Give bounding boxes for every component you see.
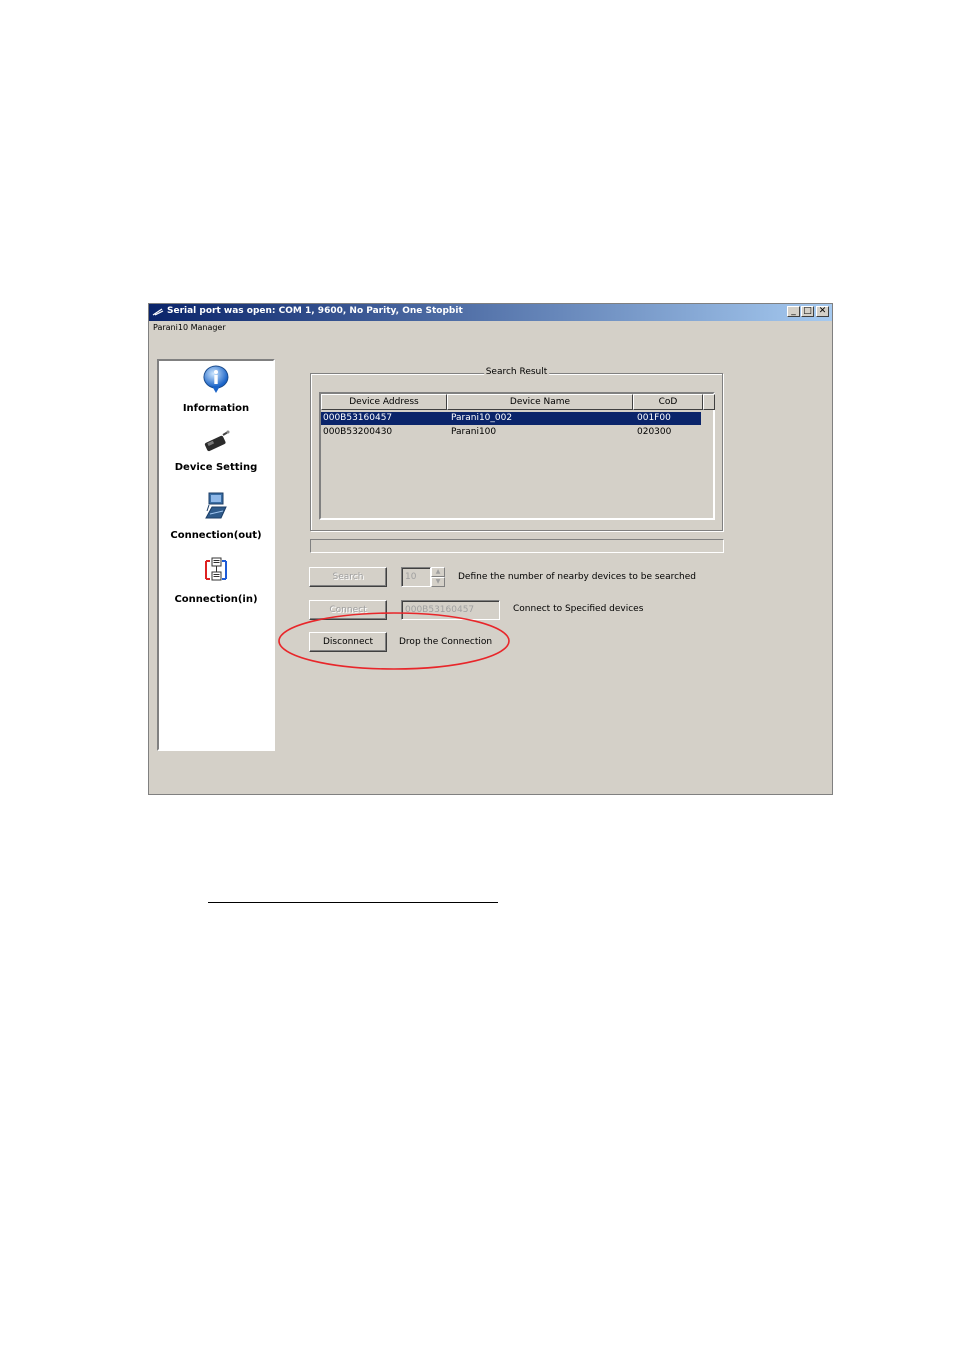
- sidebar-item-information[interactable]: Information: [159, 364, 273, 415]
- cell-device-address: 000B53200430: [323, 427, 393, 437]
- sidebar-item-connection-out[interactable]: Connection(out): [159, 491, 273, 542]
- sidebar-item-label: Information: [182, 403, 250, 414]
- column-header-device-name[interactable]: Device Name: [447, 394, 633, 410]
- table-row[interactable]: 000B53200430 Parani100 020300: [321, 426, 701, 439]
- title-bar[interactable]: Serial port was open: COM 1, 9600, No Pa…: [149, 304, 832, 321]
- spin-down-icon[interactable]: ▼: [431, 577, 445, 587]
- search-count-spinner[interactable]: ▲ ▼: [431, 567, 445, 587]
- cell-device-name: Parani100: [451, 427, 497, 437]
- search-count-input[interactable]: 10: [401, 567, 431, 587]
- sidebar: Information Device Setting Connection(ou…: [157, 359, 275, 751]
- cell-cod: 001F00: [637, 413, 671, 423]
- maximize-button[interactable]: □: [801, 306, 814, 317]
- connection-out-icon: [205, 492, 227, 519]
- column-header-cod[interactable]: CoD: [633, 394, 703, 410]
- spin-up-icon[interactable]: ▲: [431, 567, 445, 577]
- search-result-group: Search Result Device Address Device Name…: [310, 367, 723, 531]
- window-title: Serial port was open: COM 1, 9600, No Pa…: [167, 306, 463, 316]
- minimize-button[interactable]: _: [787, 306, 800, 317]
- sidebar-item-device-setting[interactable]: Device Setting: [159, 429, 273, 474]
- close-button[interactable]: ✕: [816, 306, 829, 317]
- column-header-filler: [703, 394, 715, 410]
- search-progress-bar: [310, 539, 724, 553]
- search-button[interactable]: Search: [309, 567, 387, 587]
- cell-device-name: Parani10_002: [451, 413, 513, 423]
- connect-description: Connect to Specified devices: [513, 604, 644, 614]
- device-setting-icon: [204, 430, 230, 452]
- document-underline: [208, 902, 498, 903]
- search-result-legend: Search Result: [483, 367, 550, 377]
- device-list-header: Device Address Device Name CoD: [321, 394, 715, 410]
- app-icon: [152, 308, 164, 316]
- device-list[interactable]: Device Address Device Name CoD 000B53160…: [319, 392, 715, 520]
- sidebar-item-label: Connection(out): [170, 530, 262, 541]
- app-window: Serial port was open: COM 1, 9600, No Pa…: [148, 303, 833, 795]
- sidebar-item-label: Device Setting: [174, 462, 258, 473]
- cell-cod: 020300: [637, 427, 672, 437]
- cell-device-address: 000B53160457: [323, 413, 393, 423]
- search-description: Define the number of nearby devices to b…: [458, 572, 697, 582]
- info-icon: [203, 365, 229, 393]
- column-header-device-address[interactable]: Device Address: [321, 394, 447, 410]
- sidebar-item-label: Connection(in): [174, 594, 258, 605]
- annotation-ellipse: [278, 612, 510, 670]
- connection-in-icon: [205, 557, 227, 581]
- table-row[interactable]: 000B53160457 Parani10_002 001F00: [321, 412, 701, 425]
- app-menu-label: Parani10 Manager: [153, 323, 226, 332]
- sidebar-item-connection-in[interactable]: Connection(in): [159, 555, 273, 606]
